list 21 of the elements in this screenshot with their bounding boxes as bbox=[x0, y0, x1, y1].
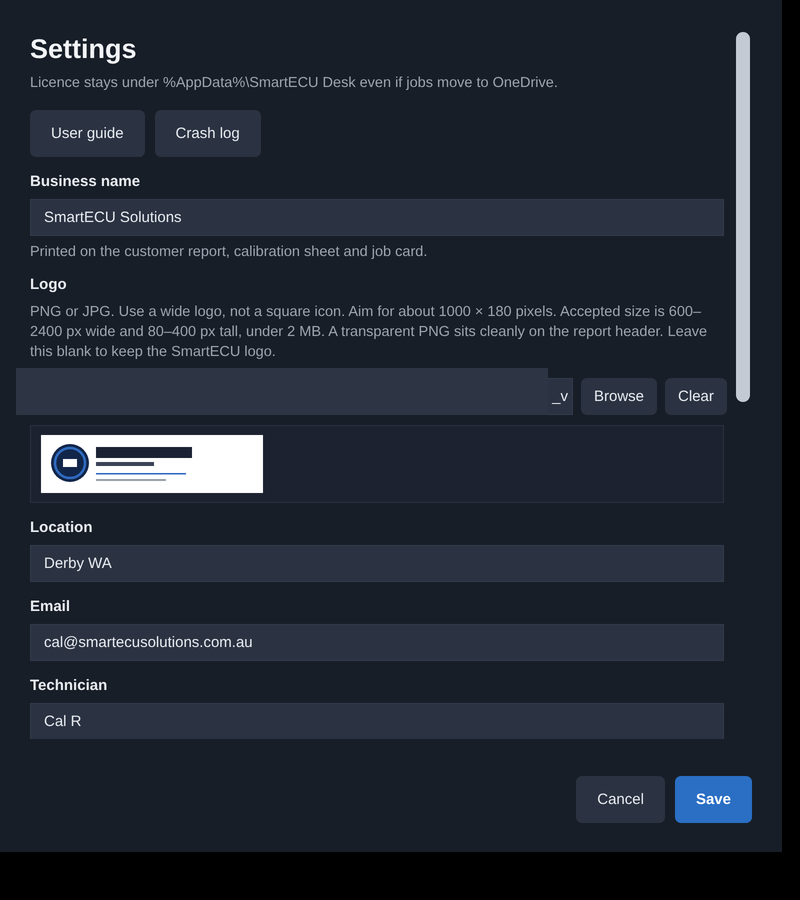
action-button[interactable]: Browse bbox=[581, 378, 658, 415]
dialog-title: Settings bbox=[30, 34, 138, 65]
action-button[interactable]: User guide bbox=[30, 110, 145, 157]
field-label: Technician bbox=[30, 677, 108, 694]
save-button[interactable]: Save bbox=[674, 776, 752, 823]
scrollbar-thumb[interactable] bbox=[736, 32, 750, 402]
field-label: Logo bbox=[30, 276, 68, 293]
field-label: Business name bbox=[30, 173, 142, 190]
action-button[interactable]: Crash log bbox=[154, 110, 261, 157]
input-field[interactable]: SmartECU Solutions bbox=[30, 199, 724, 236]
field-label: Email bbox=[30, 598, 72, 615]
field-label: Location bbox=[30, 519, 94, 536]
input-field[interactable]: cal@smartecusolutions.com.au bbox=[30, 624, 724, 661]
field-hint: PNG or JPG. Use a wide logo, not a square icon. Aim for about 1000 × 180 pixels. Accepted size is 600–2400 px wide and 80–400 px tall, under 2 MB. A transparent PNG sits cleanly on the report header. Leave this blank to keep the SmartECU logo. bbox=[30, 303, 708, 362]
cancel-button[interactable]: Cancel bbox=[576, 776, 665, 823]
input-field[interactable]: Derby WA bbox=[30, 545, 724, 582]
input-field[interactable]: Cal R bbox=[30, 703, 724, 739]
subtitle: Licence stays under %AppData%\SmartECU Desk even if jobs move to OneDrive. bbox=[30, 75, 559, 91]
input-field[interactable]: _v bbox=[548, 378, 573, 415]
field-hint: Printed on the customer report, calibration sheet and job card. bbox=[30, 244, 428, 260]
action-button[interactable]: Clear bbox=[665, 378, 727, 415]
